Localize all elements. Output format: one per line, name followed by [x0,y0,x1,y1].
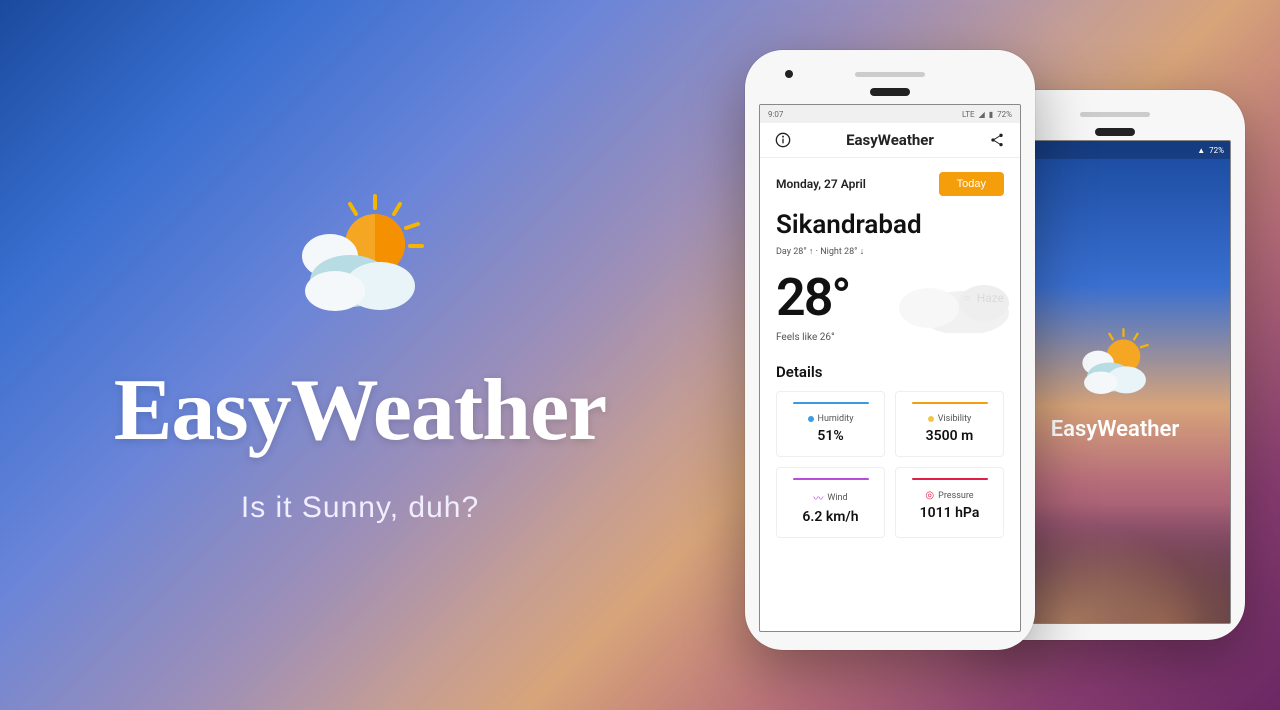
wind-label: Wind [827,493,847,503]
today-button[interactable]: Today [939,172,1004,196]
temperature: 28° [776,267,850,328]
humidity-label: Humidity [818,414,854,424]
app-title: EasyWeather [846,131,934,149]
status-network: LTE [962,110,975,119]
city-name: Sikandrabad [776,210,1004,240]
wind-card: 〰 Wind 6.2 km/h [776,467,885,538]
share-icon[interactable] [988,131,1006,149]
info-icon[interactable] [774,131,792,149]
sun-icon [928,416,934,422]
details-grid: Humidity 51% Visibility 3500 m 〰 Wind 6.2… [776,391,1004,538]
status-bar: 9:07 LTE ◢ ▮ 72% [760,105,1020,123]
signal-icon: ▲ [1197,146,1205,155]
visibility-card: Visibility 3500 m [895,391,1004,457]
visibility-label: Visibility [938,414,972,424]
day-night-temps: Day 28° ↑ · Night 28° ↓ [776,246,1004,257]
humidity-value: 51% [783,428,878,444]
pressure-label: Pressure [938,491,973,501]
status-time: 9:07 [768,110,783,119]
cloud-bg-icon [874,263,1014,333]
splash-logo-icon [1070,323,1160,407]
pressure-card: ◎ Pressure 1011 hPa [895,467,1004,538]
humidity-card: Humidity 51% [776,391,885,457]
hero-tagline: Is it Sunny, duh? [241,491,479,525]
date-text: Monday, 27 April [776,177,866,191]
wind-icon: 〰 [813,490,823,505]
status-battery: 72% [997,110,1012,119]
wind-value: 6.2 km/h [783,509,878,525]
pressure-value: 1011 hPa [902,505,997,521]
splash-title: EasyWeather [1051,417,1180,442]
battery-text: 72% [1209,146,1224,155]
phone-main: 9:07 LTE ◢ ▮ 72% EasyWeather Monday, 27 … [745,50,1035,650]
details-heading: Details [776,363,1004,381]
visibility-value: 3500 m [902,428,997,444]
battery-icon: ▮ [989,110,993,119]
gauge-icon: ◎ [925,490,934,501]
droplet-icon [808,416,814,422]
feels-like: Feels like 26° [776,332,1004,343]
hero-title: EasyWeather [114,360,607,461]
app-header: EasyWeather [760,123,1020,158]
weather-logo-icon [280,186,440,330]
signal-icon: ◢ [979,110,985,119]
hero: EasyWeather Is it Sunny, duh? [0,0,720,710]
